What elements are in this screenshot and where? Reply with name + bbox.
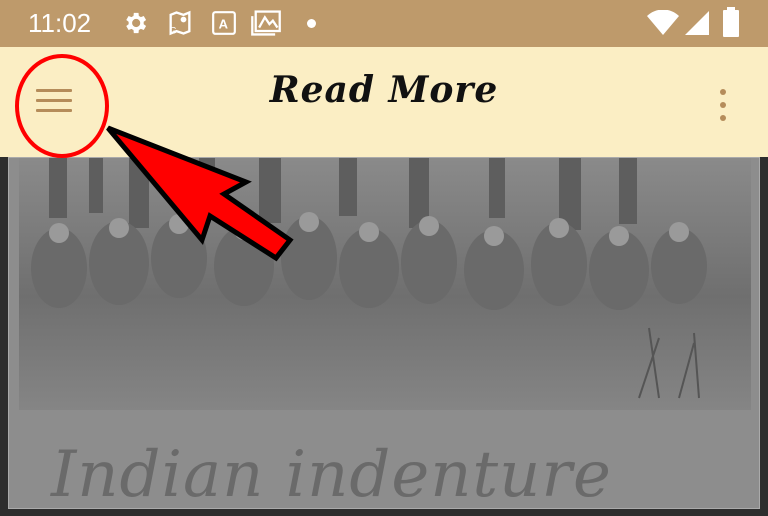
signal-icon bbox=[685, 11, 709, 35]
settings-icon bbox=[126, 12, 147, 34]
more-vert-icon-dot bbox=[720, 102, 726, 108]
dot-icon bbox=[307, 19, 316, 28]
more-vert-icon bbox=[720, 89, 726, 95]
battery-icon bbox=[723, 7, 739, 37]
text-icon: A bbox=[212, 11, 236, 35]
content-area: Indian indenture bbox=[0, 157, 768, 516]
article-image bbox=[19, 158, 751, 410]
app-bar: Read More bbox=[0, 47, 768, 157]
app-title: Read More bbox=[269, 69, 499, 111]
group-photo bbox=[19, 158, 751, 410]
maps-icon: G bbox=[169, 10, 191, 36]
overflow-menu-button[interactable] bbox=[708, 85, 738, 125]
status-bar: 11:02 G A bbox=[0, 0, 768, 47]
article-card[interactable]: Indian indenture bbox=[8, 157, 760, 512]
more-vert-icon-dot bbox=[720, 115, 726, 121]
status-time: 11:02 bbox=[28, 8, 92, 38]
wifi-icon bbox=[647, 10, 679, 35]
article-headline: Indian indenture bbox=[51, 438, 612, 512]
photo-icon bbox=[251, 10, 281, 36]
svg-text:G: G bbox=[170, 26, 177, 36]
svg-text:A: A bbox=[219, 16, 229, 31]
